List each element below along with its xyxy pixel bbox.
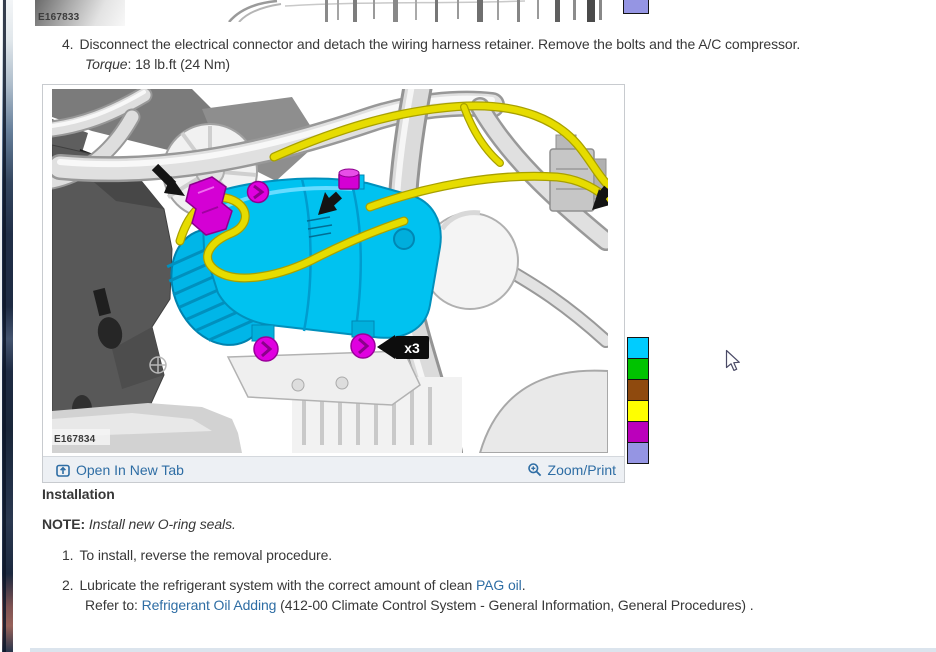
legend-swatch-magenta: [627, 421, 649, 443]
pag-oil-link[interactable]: PAG oil: [476, 577, 522, 593]
zoom-print-link[interactable]: Zoom/Print: [527, 462, 616, 478]
open-in-new-tab-icon: [56, 464, 70, 477]
torque-label: Torque: [85, 56, 128, 72]
figure-container: x3 E167834 Open In New Tab Zoom/Print: [42, 84, 625, 483]
legend-swatch-lavender: [627, 442, 649, 464]
installation-heading: Installation: [42, 486, 115, 502]
compressor-bolt: [350, 333, 376, 359]
legend-swatch-yellow: [627, 400, 649, 422]
note-text: Install new O-ring seals.: [88, 516, 236, 532]
previous-figure-lineart: [228, 0, 602, 22]
compressor-bolt: [253, 336, 279, 362]
step-number: 4.: [62, 36, 74, 52]
torque-spec: Torque: 18 lb.ft (24 Nm): [85, 56, 230, 74]
section-divider-bar: [30, 648, 936, 652]
refrigerant-oil-adding-link[interactable]: Refrigerant Oil Adding: [142, 597, 277, 613]
figure-code-label: E167833: [38, 12, 80, 23]
open-in-new-tab-label: Open In New Tab: [76, 461, 184, 478]
ac-compressor-illustration: x3 E167834: [52, 89, 608, 453]
note-label: NOTE:: [42, 516, 86, 532]
service-manual-page: E167833 4. Disconnect the electrical conn…: [0, 0, 936, 652]
removal-step-4: 4. Disconnect the electrical connector an…: [62, 36, 800, 54]
index-marker: [149, 356, 167, 374]
harness-retainer-bolt: [246, 180, 270, 204]
legend-swatch-cyan: [627, 337, 649, 359]
bolt-count-badge: x3: [404, 340, 420, 356]
refer-to-line: Refer to: Refrigerant Oil Adding (412-00…: [85, 597, 754, 613]
legend-swatch-brown: [627, 379, 649, 401]
mouse-cursor: [725, 349, 740, 371]
compressor-port-cap: [338, 168, 360, 190]
desktop-edge-strip: [0, 0, 13, 652]
color-legend: [627, 337, 649, 464]
zoom-print-icon: [527, 462, 541, 476]
step-text: Disconnect the electrical connector and …: [79, 36, 801, 52]
torque-value: : 18 lb.ft (24 Nm): [127, 56, 230, 72]
note-line: NOTE: Install new O-ring seals.: [42, 516, 236, 534]
legend-swatch-green: [627, 358, 649, 380]
figure-toolbar: Open In New Tab Zoom/Print: [43, 456, 624, 482]
figure-code-label: E167834: [54, 434, 96, 445]
legend-swatch-partial: [623, 0, 649, 14]
install-step-2: 2. Lubricate the refrigerant system with …: [62, 577, 526, 593]
zoom-print-label: Zoom/Print: [547, 461, 616, 478]
open-in-new-tab-link[interactable]: Open In New Tab: [55, 462, 184, 478]
install-step-1: 1. To install, reverse the removal proced…: [62, 547, 333, 563]
